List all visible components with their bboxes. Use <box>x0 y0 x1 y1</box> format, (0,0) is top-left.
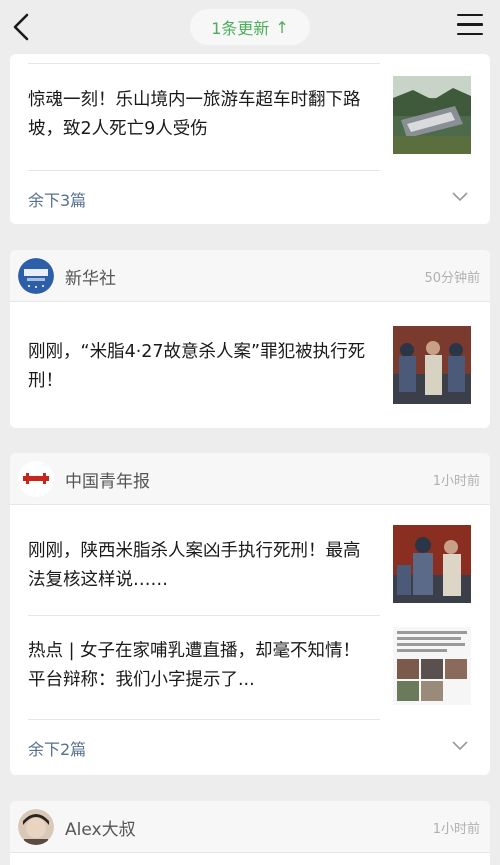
source-name: 中国青年报 <box>65 472 150 492</box>
article-thumbnail <box>393 76 471 154</box>
article-item[interactable]: 刚刚，“米脂4·27故意杀人案”罪犯被执行死刑！ <box>10 310 490 416</box>
article-thumbnail <box>393 326 471 404</box>
article-thumbnail <box>393 525 471 603</box>
source-avatar <box>18 258 54 294</box>
source-name: 新华社 <box>65 269 116 289</box>
expand-more-row[interactable]: 余下3篇 <box>10 170 490 224</box>
news-card: 惊魂一刻！乐山境内一旅游车超车时翻下路坡，致2人死亡9人受伤 余下3篇 <box>10 54 490 224</box>
news-card: 新华社 50分钟前 刚刚，“米脂4·27故意杀人案”罪犯被执行死刑！ <box>10 250 490 428</box>
article-title: 刚刚，陕西米脂杀人案凶手执行死刑！最高法复核这样说…… <box>28 541 361 590</box>
card-header[interactable]: Alex大叔 1小时前 <box>10 801 490 853</box>
card-header[interactable]: 新华社 50分钟前 <box>10 250 490 302</box>
article-title: 刚刚，“米脂4·27故意杀人案”罪犯被执行死刑！ <box>28 342 366 391</box>
article-item[interactable]: 热点 | 女子在家哺乳遭直播，却毫不知情！平台辩称：我们小字提示了... <box>10 615 490 721</box>
update-notice-button[interactable]: 1条更新 ↑ <box>190 9 310 45</box>
news-card: 中国青年报 1小时前 刚刚，陕西米脂杀人案凶手执行死刑！最高法复核这样说…… 热… <box>10 453 490 775</box>
arrow-up-icon: ↑ <box>275 17 289 37</box>
article-item[interactable]: 刚刚，陕西米脂杀人案凶手执行死刑！最高法复核这样说…… <box>10 511 490 617</box>
source-avatar <box>18 809 54 845</box>
publish-time: 1小时前 <box>432 474 480 489</box>
chevron-down-icon <box>452 192 468 202</box>
more-articles-label: 余下3篇 <box>28 191 87 210</box>
top-bar: 1条更新 ↑ <box>0 0 500 54</box>
article-item[interactable]: 惊魂一刻！乐山境内一旅游车超车时翻下路坡，致2人死亡9人受伤 <box>10 64 490 170</box>
source-name: Alex大叔 <box>65 820 136 840</box>
publish-time: 1小时前 <box>432 822 480 837</box>
article-title: 热点 | 女子在家哺乳遭直播，却毫不知情！平台辩称：我们小字提示了... <box>28 641 361 690</box>
source-avatar <box>18 461 54 497</box>
update-label: 1条更新 <box>211 19 270 38</box>
article-title: 惊魂一刻！乐山境内一旅游车超车时翻下路坡，致2人死亡9人受伤 <box>28 90 361 139</box>
expand-more-row[interactable]: 余下2篇 <box>10 719 490 775</box>
publish-time: 50分钟前 <box>424 271 480 286</box>
chevron-left-icon <box>13 13 29 41</box>
menu-button[interactable] <box>457 14 483 40</box>
card-header[interactable]: 中国青年报 1小时前 <box>10 453 490 505</box>
hamburger-menu-icon <box>457 14 483 36</box>
more-articles-label: 余下2篇 <box>28 740 87 759</box>
article-thumbnail <box>393 627 471 705</box>
back-button[interactable] <box>8 10 38 44</box>
chevron-down-icon <box>452 741 468 751</box>
news-card: Alex大叔 1小时前 <box>10 801 490 865</box>
